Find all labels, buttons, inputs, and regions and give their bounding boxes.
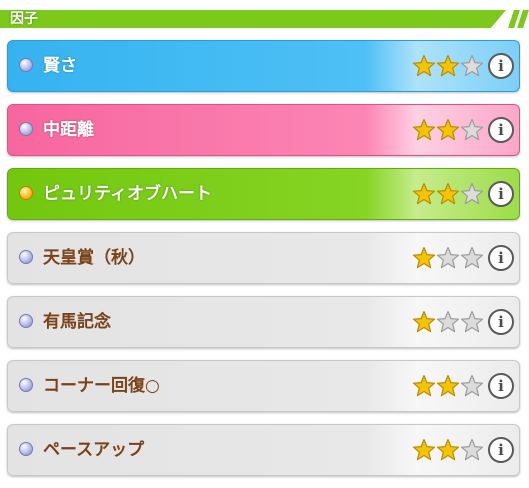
star-icon [412,438,436,461]
header-title: 因子 [10,11,38,27]
star-icon [436,54,460,77]
star-icon [436,246,460,269]
orb-icon [19,442,33,456]
star-icon [412,54,436,77]
orb-icon [19,186,33,200]
star-icon [460,374,484,397]
star-rating [412,374,484,398]
factor-name: 賢さ [43,56,77,76]
info-icon[interactable]: i [488,309,514,335]
factor-name: ピュリティオブハート [43,184,212,204]
star-rating [412,246,484,270]
factor-name: 有馬記念 [43,312,111,332]
star-icon [412,118,436,141]
info-icon[interactable]: i [488,245,514,271]
factor-name: 天皇賞（秋） [43,248,145,268]
star-icon [436,438,460,461]
info-icon[interactable]: i [488,53,514,79]
info-icon[interactable]: i [488,437,514,463]
star-icon [460,438,484,461]
factor-name: ペースアップ [43,440,145,460]
star-icon [460,182,484,205]
star-icon [460,54,484,77]
factor-name: 中距離 [43,120,94,140]
star-icon [460,118,484,141]
factor-row[interactable]: ペースアップ i [7,424,520,476]
star-icon [436,118,460,141]
star-rating [412,438,484,462]
factor-row[interactable]: 賢さ i [7,40,520,92]
factor-row[interactable]: 中距離 i [7,104,520,156]
factor-list: 賢さ i 中距離 i ピュリティオブハート i 天皇賞（秋） i 有馬記念 i … [7,40,520,488]
star-icon [460,246,484,269]
star-icon [436,182,460,205]
info-icon[interactable]: i [488,181,514,207]
star-rating [412,118,484,142]
factor-name: コーナー回復○ [43,376,160,396]
factor-row[interactable]: コーナー回復○ i [7,360,520,412]
factor-row[interactable]: 天皇賞（秋） i [7,232,520,284]
orb-icon [19,250,33,264]
factor-row[interactable]: ピュリティオブハート i [7,168,520,220]
orb-icon [19,378,33,392]
star-icon [460,310,484,333]
header-bar [0,10,506,28]
star-icon [436,374,460,397]
factor-header: 因子 [0,8,529,30]
star-icon [436,310,460,333]
star-icon [412,182,436,205]
star-rating [412,310,484,334]
orb-icon [19,314,33,328]
star-icon [412,246,436,269]
orb-icon [19,58,33,72]
star-icon [412,374,436,397]
star-icon [412,310,436,333]
star-rating [412,182,484,206]
star-rating [412,54,484,78]
orb-icon [19,122,33,136]
info-icon[interactable]: i [488,373,514,399]
info-icon[interactable]: i [488,117,514,143]
factor-row[interactable]: 有馬記念 i [7,296,520,348]
